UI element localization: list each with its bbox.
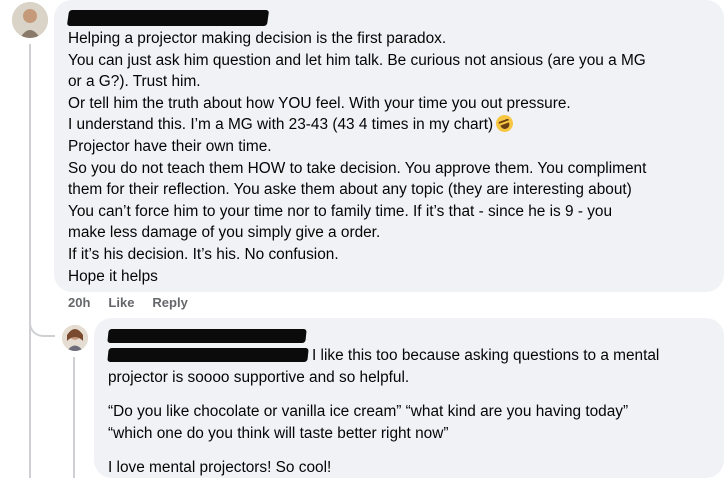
comment-timestamp[interactable]: 20h	[68, 295, 90, 310]
redacted-commenter-name[interactable]	[66, 10, 270, 26]
comment-text-line: I understand this. I’m a MG with 23-43 (…	[68, 112, 710, 136]
comment-text-line: So you do not teach them HOW to take dec…	[68, 159, 647, 177]
reply-avatar[interactable]	[62, 325, 88, 351]
reply-text-span: I like this too because asking questions…	[312, 347, 660, 364]
comment-text-line: or a G?). Trust him.	[68, 73, 201, 91]
reply-button[interactable]: Reply	[152, 295, 187, 310]
thread-line	[29, 44, 31, 478]
comment-text-span: I understand this. I’m a MG with 23-43 (…	[68, 116, 494, 134]
reply-text-line: projector is soooo supportive and so hel…	[108, 368, 410, 386]
comment-text-line: Hope it helps	[68, 267, 158, 285]
comment-text-line: You can’t force him to your time nor to …	[68, 202, 613, 220]
comment-text-line: Or tell him the truth about how YOU feel…	[68, 94, 571, 112]
reply-thread-line	[73, 357, 75, 478]
like-button[interactable]: Like	[108, 295, 134, 310]
comment-text-line: them for their reflection. You aske them…	[68, 181, 632, 199]
reply-bubble: I like this too because asking questions…	[94, 318, 724, 478]
redacted-reply-name[interactable]	[107, 329, 307, 343]
reply-text-line: “Do you like chocolate or vanilla ice cr…	[108, 403, 629, 421]
reply-text-line: I like this too because asking questions…	[107, 345, 710, 367]
comment-text-line: You can just ask him question and let hi…	[68, 51, 646, 69]
redacted-mention-tag[interactable]	[107, 348, 309, 362]
comment-text-line: Projector have their own time.	[68, 137, 272, 155]
comment-actions: 20h Like Reply	[68, 295, 188, 310]
reply-text-line: “which one do you think will taste bette…	[108, 424, 449, 442]
comment-text-line: make less damage of you simply give a or…	[68, 224, 381, 242]
comment-text-line: Helping a projector making decision is t…	[68, 30, 447, 47]
laughing-emoji-icon	[493, 112, 516, 135]
commenter-avatar[interactable]	[12, 2, 48, 38]
reply-connector-line	[29, 303, 55, 337]
comment-bubble: Helping a projector making decision is t…	[54, 0, 724, 292]
reply-text-line: I love mental projectors! So cool!	[108, 459, 332, 477]
comment-text-line: If it’s his decision. It’s his. No confu…	[68, 245, 339, 263]
